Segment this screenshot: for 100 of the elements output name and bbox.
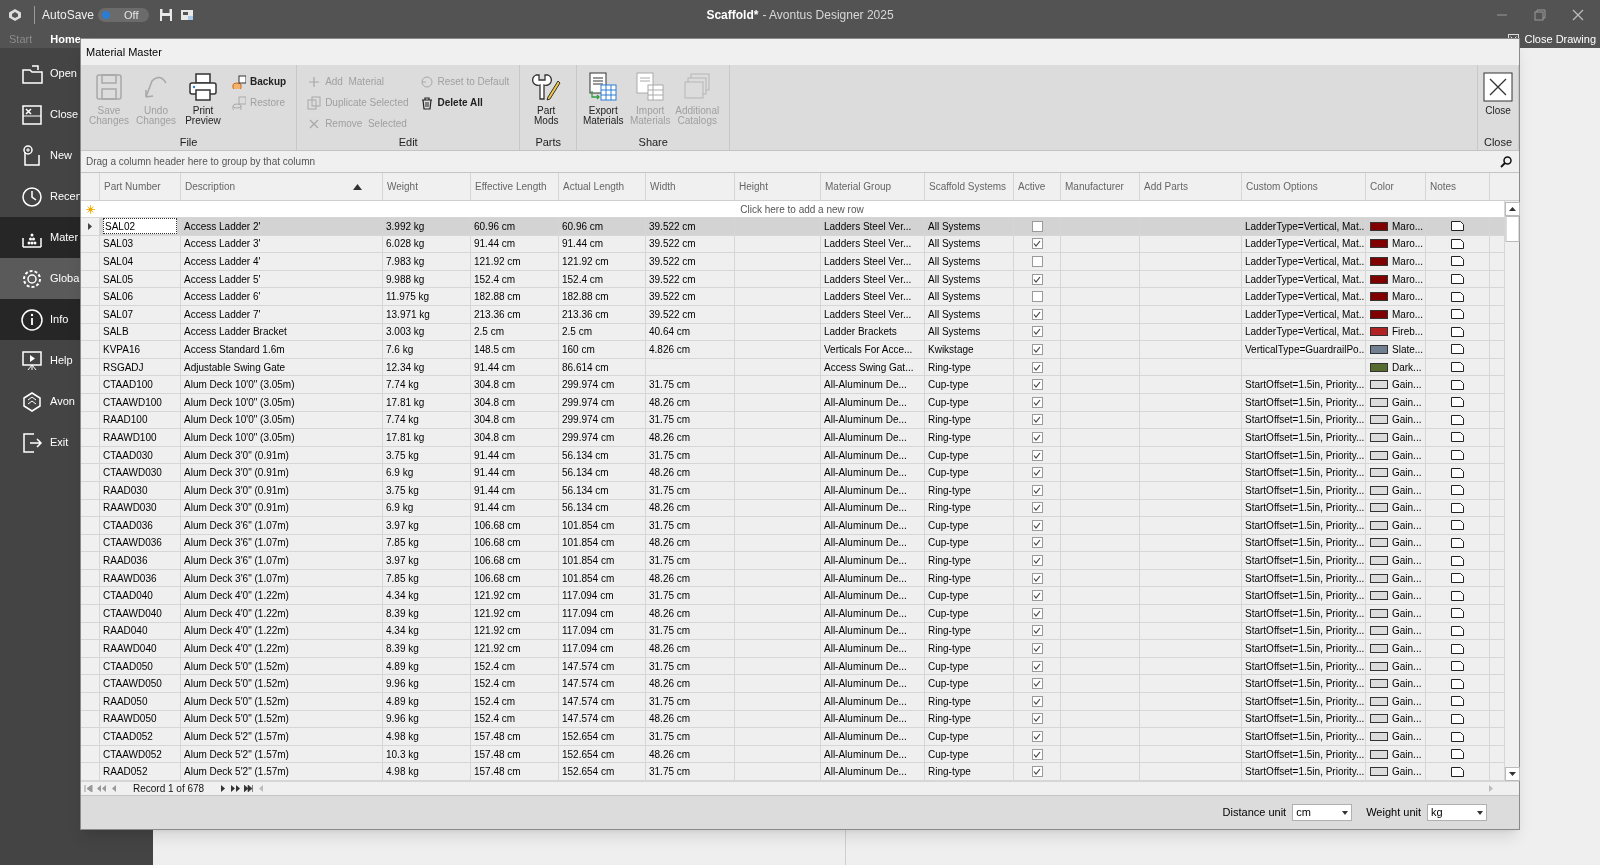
- table-cell[interactable]: StartOffset=1.5in, Priority...: [1245, 465, 1365, 481]
- table-cell[interactable]: StartOffset=1.5in, Priority...: [1245, 605, 1365, 621]
- table-cell[interactable]: All-Aluminum De...: [824, 553, 907, 569]
- table-cell[interactable]: Cup-type: [928, 676, 969, 692]
- table-cell[interactable]: CTAAWD050: [103, 676, 162, 692]
- table-cell[interactable]: Alum Deck 10'0" (3.05m): [184, 429, 295, 445]
- checkbox[interactable]: [1031, 643, 1043, 655]
- table-cell[interactable]: All-Aluminum De...: [824, 377, 907, 393]
- note-icon[interactable]: [1451, 520, 1464, 531]
- save-as-icon[interactable]: [179, 8, 194, 22]
- checkbox[interactable]: [1031, 537, 1043, 549]
- column-header[interactable]: Effective Length: [471, 173, 559, 200]
- table-cell[interactable]: StartOffset=1.5in, Priority...: [1245, 482, 1365, 498]
- table-cell[interactable]: 12.34 kg: [386, 359, 425, 375]
- table-cell[interactable]: Adjustable Swing Gate: [184, 359, 286, 375]
- table-cell[interactable]: 157.48 cm: [474, 764, 521, 780]
- table-cell[interactable]: RAAWD040: [103, 641, 157, 657]
- table-cell[interactable]: Ring-type: [928, 482, 971, 498]
- note-icon[interactable]: [1451, 643, 1464, 654]
- table-cell[interactable]: Alum Deck 5'2" (1.57m): [184, 746, 289, 762]
- table-cell[interactable]: 31.75 cm: [649, 517, 691, 533]
- table-cell[interactable]: 13.971 kg: [386, 306, 430, 322]
- table-cell[interactable]: All-Aluminum De...: [824, 465, 907, 481]
- table-cell[interactable]: 91.44 cm: [474, 482, 516, 498]
- table-cell[interactable]: 48.26 cm: [649, 711, 691, 727]
- table-cell[interactable]: 4.34 kg: [386, 588, 419, 604]
- table-row[interactable]: CTAAD036 Alum Deck 3'6" (1.07m) 3.97 kg 106.68 cm 101.854 cm 31.75 cm All-Aluminum De... Cup-type StartOffset=1.5in, Priority... Gain...: [81, 517, 1504, 535]
- table-cell[interactable]: All-Aluminum De...: [824, 412, 907, 428]
- note-icon[interactable]: [1451, 238, 1464, 249]
- table-cell[interactable]: 4.98 kg: [386, 764, 419, 780]
- table-cell[interactable]: 17.81 kg: [386, 394, 425, 410]
- table-cell[interactable]: SALB: [103, 324, 129, 340]
- table-cell[interactable]: 56.134 cm: [562, 500, 609, 516]
- checkbox[interactable]: [1031, 291, 1043, 303]
- note-icon[interactable]: [1451, 414, 1464, 425]
- table-cell[interactable]: Ladders Steel Ver...: [824, 236, 912, 252]
- table-cell[interactable]: 48.26 cm: [649, 394, 691, 410]
- column-header[interactable]: Manufacturer: [1061, 173, 1140, 200]
- table-cell[interactable]: Alum Deck 4'0" (1.22m): [184, 641, 289, 657]
- table-cell[interactable]: All Systems: [928, 289, 981, 305]
- table-cell[interactable]: 6.9 kg: [386, 500, 414, 516]
- table-cell[interactable]: StartOffset=1.5in, Priority...: [1245, 535, 1365, 551]
- table-cell[interactable]: 106.68 cm: [474, 570, 521, 586]
- checkbox[interactable]: [1031, 766, 1043, 778]
- column-header[interactable]: Part Number: [100, 173, 181, 200]
- table-cell[interactable]: 31.75 cm: [649, 623, 691, 639]
- table-cell[interactable]: Alum Deck 4'0" (1.22m): [184, 605, 289, 621]
- table-cell[interactable]: StartOffset=1.5in, Priority...: [1245, 711, 1365, 727]
- table-row[interactable]: CTAAD052 Alum Deck 5'2" (1.57m) 4.98 kg 157.48 cm 152.654 cm 31.75 cm All-Aluminum De... Cup-type StartOffset=1.5in, Priority... Gain...: [81, 728, 1504, 746]
- table-cell[interactable]: 31.75 cm: [649, 693, 691, 709]
- table-cell[interactable]: 7.74 kg: [386, 377, 419, 393]
- table-cell[interactable]: Ladders Steel Ver...: [824, 289, 912, 305]
- table-cell[interactable]: 157.48 cm: [474, 746, 521, 762]
- column-header[interactable]: Active: [1014, 173, 1061, 200]
- table-row[interactable]: RAAD036 Alum Deck 3'6" (1.07m) 3.97 kg 106.68 cm 101.854 cm 31.75 cm All-Aluminum De... Ring-type StartOffset=1.5in, Priority... Gain...: [81, 552, 1504, 570]
- note-icon[interactable]: [1451, 625, 1464, 636]
- table-cell[interactable]: 6.9 kg: [386, 465, 414, 481]
- checkbox[interactable]: [1031, 238, 1043, 250]
- table-cell[interactable]: 299.974 cm: [562, 394, 615, 410]
- table-cell[interactable]: 3.003 kg: [386, 324, 425, 340]
- table-cell[interactable]: Cup-type: [928, 394, 969, 410]
- table-cell[interactable]: 31.75 cm: [649, 377, 691, 393]
- table-cell[interactable]: 3.75 kg: [386, 447, 419, 463]
- table-cell[interactable]: Kwikstage: [928, 341, 974, 357]
- table-cell[interactable]: 11.975 kg: [386, 289, 430, 305]
- table-cell[interactable]: Ladder Brackets: [824, 324, 897, 340]
- table-cell[interactable]: RAAD036: [103, 553, 148, 569]
- last-record-icon[interactable]: [244, 785, 254, 792]
- table-cell[interactable]: 48.26 cm: [649, 676, 691, 692]
- table-cell[interactable]: All-Aluminum De...: [824, 447, 907, 463]
- table-cell[interactable]: 3.97 kg: [386, 553, 419, 569]
- table-cell[interactable]: Cup-type: [928, 535, 969, 551]
- table-cell[interactable]: 304.8 cm: [474, 394, 516, 410]
- table-cell[interactable]: 152.4 cm: [562, 271, 604, 287]
- table-cell[interactable]: Alum Deck 5'2" (1.57m): [184, 764, 289, 780]
- table-cell[interactable]: 4.89 kg: [386, 693, 419, 709]
- table-cell[interactable]: 121.92 cm: [474, 588, 521, 604]
- checkbox[interactable]: [1031, 660, 1043, 672]
- table-cell[interactable]: SAL03: [103, 236, 134, 252]
- table-cell[interactable]: All Systems: [928, 218, 981, 234]
- column-header[interactable]: Color: [1366, 173, 1426, 200]
- column-header[interactable]: Scaffold Systems: [925, 173, 1014, 200]
- table-cell[interactable]: 152.4 cm: [474, 658, 516, 674]
- table-cell[interactable]: Ring-type: [928, 711, 971, 727]
- table-cell[interactable]: 4.34 kg: [386, 623, 419, 639]
- table-cell[interactable]: 48.26 cm: [649, 746, 691, 762]
- note-icon[interactable]: [1451, 362, 1464, 373]
- table-cell[interactable]: 2.5 cm: [562, 324, 592, 340]
- table-cell[interactable]: Ladders Steel Ver...: [824, 306, 912, 322]
- note-icon[interactable]: [1451, 713, 1464, 724]
- table-cell[interactable]: 147.574 cm: [562, 658, 615, 674]
- note-icon[interactable]: [1451, 749, 1464, 760]
- table-cell[interactable]: Alum Deck 4'0" (1.22m): [184, 623, 289, 639]
- table-cell[interactable]: StartOffset=1.5in, Priority...: [1245, 641, 1365, 657]
- table-cell[interactable]: 299.974 cm: [562, 377, 615, 393]
- table-cell[interactable]: 152.4 cm: [474, 693, 516, 709]
- note-icon[interactable]: [1451, 274, 1464, 285]
- table-cell[interactable]: Cup-type: [928, 588, 969, 604]
- table-cell[interactable]: Access Ladder 4': [184, 254, 261, 269]
- note-icon[interactable]: [1451, 731, 1464, 742]
